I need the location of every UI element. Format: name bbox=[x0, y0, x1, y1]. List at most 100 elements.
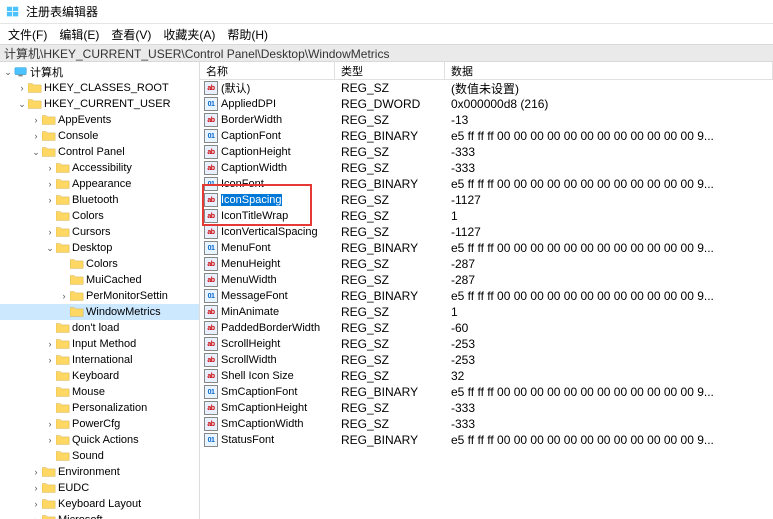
tree-item[interactable]: ›EUDC bbox=[0, 480, 199, 496]
expand-icon[interactable]: › bbox=[44, 163, 56, 173]
list-row[interactable]: abMenuWidthREG_SZ-287 bbox=[200, 272, 773, 288]
list-row[interactable]: abIconTitleWrapREG_SZ1 bbox=[200, 208, 773, 224]
tree-item[interactable]: ›Microsoft bbox=[0, 512, 199, 519]
tree-item[interactable]: ⌄ HKEY_CURRENT_USER bbox=[0, 96, 199, 112]
expand-icon[interactable]: › bbox=[44, 227, 56, 237]
expand-icon[interactable]: › bbox=[30, 483, 42, 493]
collapse-icon[interactable]: ⌄ bbox=[30, 147, 42, 158]
value-type: REG_BINARY bbox=[335, 433, 445, 447]
tree-item[interactable]: Mouse bbox=[0, 384, 199, 400]
string-value-icon: ab bbox=[204, 273, 218, 287]
expand-icon[interactable]: › bbox=[44, 179, 56, 189]
expand-icon[interactable]: › bbox=[44, 419, 56, 429]
list-row[interactable]: abMinAnimateREG_SZ1 bbox=[200, 304, 773, 320]
address-bar[interactable]: 计算机\HKEY_CURRENT_USER\Control Panel\Desk… bbox=[0, 44, 773, 62]
tree-item[interactable]: Personalization bbox=[0, 400, 199, 416]
binary-value-icon: 01 bbox=[204, 433, 218, 447]
tree-item[interactable]: ⌄计算机 bbox=[0, 64, 199, 80]
list-row[interactable]: abBorderWidthREG_SZ-13 bbox=[200, 112, 773, 128]
list-row[interactable]: abIconSpacingREG_SZ-1127 bbox=[200, 192, 773, 208]
tree-item[interactable]: ⌄Desktop bbox=[0, 240, 199, 256]
tree-item[interactable]: ›PerMonitorSettin bbox=[0, 288, 199, 304]
tree-item[interactable]: Colors bbox=[0, 208, 199, 224]
menu-view[interactable]: 查看(V) bbox=[105, 26, 157, 43]
list-row[interactable]: abScrollWidthREG_SZ-253 bbox=[200, 352, 773, 368]
tree-item[interactable]: ›Keyboard Layout bbox=[0, 496, 199, 512]
tree-item[interactable]: WindowMetrics bbox=[0, 304, 199, 320]
tree-item[interactable]: Keyboard bbox=[0, 368, 199, 384]
collapse-icon[interactable]: ⌄ bbox=[44, 243, 56, 254]
tree-item-label: Personalization bbox=[72, 402, 147, 414]
list-row[interactable]: ab(默认)REG_SZ(数值未设置) bbox=[200, 80, 773, 96]
tree-item[interactable]: MuiCached bbox=[0, 272, 199, 288]
tree-item[interactable]: ›Bluetooth bbox=[0, 192, 199, 208]
list-row[interactable]: abScrollHeightREG_SZ-253 bbox=[200, 336, 773, 352]
tree-item[interactable]: ›Environment bbox=[0, 464, 199, 480]
expand-icon[interactable]: › bbox=[30, 499, 42, 509]
collapse-icon[interactable]: ⌄ bbox=[2, 67, 14, 78]
expand-icon[interactable]: › bbox=[58, 291, 70, 301]
tree-item[interactable]: › Input Method bbox=[0, 336, 199, 352]
tree-item-label: Input Method bbox=[72, 338, 136, 350]
tree-item-label: MuiCached bbox=[86, 274, 142, 286]
list-row[interactable]: 01StatusFontREG_BINARYe5 ff ff ff 00 00 … bbox=[200, 432, 773, 448]
col-header-data[interactable]: 数据 bbox=[445, 62, 773, 79]
tree-item[interactable]: ›Console bbox=[0, 128, 199, 144]
tree-item[interactable]: ›AppEvents bbox=[0, 112, 199, 128]
expand-icon[interactable]: › bbox=[30, 515, 42, 519]
expand-icon[interactable]: › bbox=[30, 115, 42, 125]
tree-item[interactable]: ›Accessibility bbox=[0, 160, 199, 176]
list-row[interactable]: abShell Icon SizeREG_SZ32 bbox=[200, 368, 773, 384]
list-row[interactable]: abCaptionHeightREG_SZ-333 bbox=[200, 144, 773, 160]
list-row[interactable]: abCaptionWidthREG_SZ-333 bbox=[200, 160, 773, 176]
string-value-icon: ab bbox=[204, 305, 218, 319]
expand-icon[interactable]: › bbox=[16, 83, 28, 93]
col-header-name[interactable]: 名称 bbox=[200, 62, 335, 79]
tree-item[interactable]: ›Appearance bbox=[0, 176, 199, 192]
list-row[interactable]: abIconVerticalSpacingREG_SZ-1127 bbox=[200, 224, 773, 240]
menu-file[interactable]: 文件(F) bbox=[2, 26, 53, 43]
expand-icon[interactable]: › bbox=[30, 467, 42, 477]
expand-icon[interactable]: › bbox=[44, 339, 56, 349]
expand-icon[interactable]: › bbox=[44, 195, 56, 205]
list-row[interactable]: 01CaptionFontREG_BINARYe5 ff ff ff 00 00… bbox=[200, 128, 773, 144]
list-row[interactable]: 01SmCaptionFontREG_BINARYe5 ff ff ff 00 … bbox=[200, 384, 773, 400]
folder-icon bbox=[56, 450, 70, 462]
folder-icon bbox=[70, 290, 84, 302]
tree-view[interactable]: ⌄计算机›HKEY_CLASSES_ROOT ⌄ HKEY_CURRENT_USER… bbox=[0, 62, 200, 519]
collapse-icon[interactable]: ⌄ bbox=[16, 99, 28, 110]
tree-item[interactable]: ›PowerCfg bbox=[0, 416, 199, 432]
list-row[interactable]: 01IconFontREG_BINARYe5 ff ff ff 00 00 00… bbox=[200, 176, 773, 192]
value-data: -253 bbox=[445, 337, 773, 351]
list-row[interactable]: abPaddedBorderWidthREG_SZ-60 bbox=[200, 320, 773, 336]
tree-item[interactable]: don't load bbox=[0, 320, 199, 336]
tree-item[interactable]: ›Cursors bbox=[0, 224, 199, 240]
value-type: REG_SZ bbox=[335, 369, 445, 383]
list-row[interactable]: abSmCaptionHeightREG_SZ-333 bbox=[200, 400, 773, 416]
tree-item[interactable]: Colors bbox=[0, 256, 199, 272]
binary-value-icon: 01 bbox=[204, 129, 218, 143]
value-data: e5 ff ff ff 00 00 00 00 00 00 00 00 00 0… bbox=[445, 177, 773, 191]
list-row[interactable]: abSmCaptionWidthREG_SZ-333 bbox=[200, 416, 773, 432]
value-type: REG_SZ bbox=[335, 145, 445, 159]
menu-help[interactable]: 帮助(H) bbox=[221, 26, 274, 43]
menu-favorites[interactable]: 收藏夹(A) bbox=[157, 26, 221, 43]
expand-icon[interactable]: › bbox=[44, 435, 56, 445]
list-row[interactable]: 01MessageFontREG_BINARYe5 ff ff ff 00 00… bbox=[200, 288, 773, 304]
list-row[interactable]: 01AppliedDPIREG_DWORD0x000000d8 (216) bbox=[200, 96, 773, 112]
tree-item[interactable]: ›International bbox=[0, 352, 199, 368]
tree-item[interactable]: ⌄Control Panel bbox=[0, 144, 199, 160]
expand-icon[interactable]: › bbox=[44, 355, 56, 365]
tree-item[interactable]: Sound bbox=[0, 448, 199, 464]
col-header-type[interactable]: 类型 bbox=[335, 62, 445, 79]
list-view[interactable]: 名称 类型 数据 ab(默认)REG_SZ(数值未设置)01AppliedDPI… bbox=[200, 62, 773, 519]
title-bar: 注册表编辑器 bbox=[0, 0, 773, 24]
value-data: -253 bbox=[445, 353, 773, 367]
menu-edit[interactable]: 编辑(E) bbox=[53, 26, 105, 43]
list-row[interactable]: abMenuHeightREG_SZ-287 bbox=[200, 256, 773, 272]
tree-item[interactable]: ›HKEY_CLASSES_ROOT bbox=[0, 80, 199, 96]
tree-item-label: HKEY_CURRENT_USER bbox=[44, 98, 171, 110]
expand-icon[interactable]: › bbox=[30, 131, 42, 141]
tree-item[interactable]: ›Quick Actions bbox=[0, 432, 199, 448]
list-row[interactable]: 01MenuFontREG_BINARYe5 ff ff ff 00 00 00… bbox=[200, 240, 773, 256]
